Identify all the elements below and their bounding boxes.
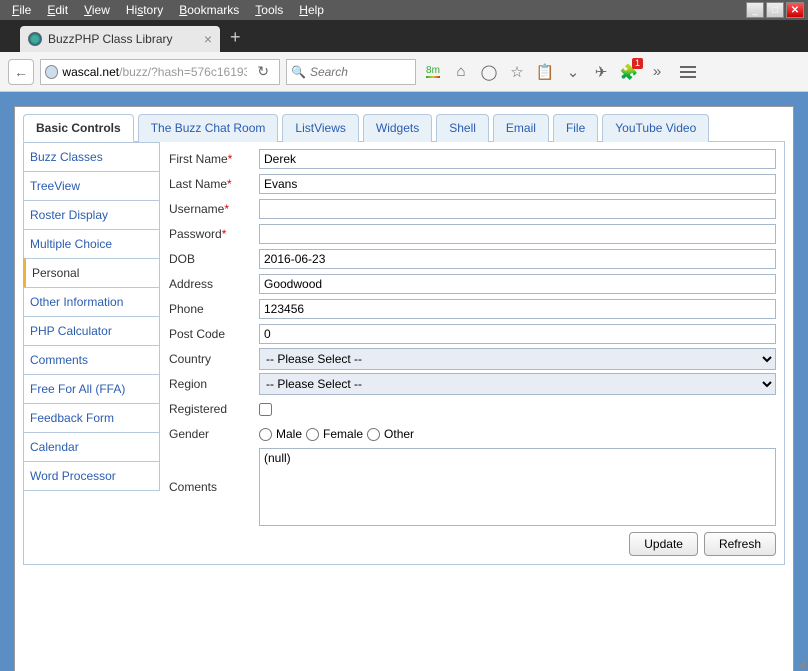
- menu-view[interactable]: View: [76, 1, 118, 19]
- sidebar-item-calendar[interactable]: Calendar: [23, 432, 160, 462]
- pocket-icon[interactable]: ⌄: [562, 61, 584, 83]
- tab-title: BuzzPHP Class Library: [48, 32, 173, 46]
- comments-textarea[interactable]: (null): [259, 448, 776, 526]
- update-button[interactable]: Update: [629, 532, 698, 556]
- username-input[interactable]: [259, 199, 776, 219]
- favicon-icon: [28, 32, 42, 46]
- country-label: Country: [169, 352, 259, 366]
- postcode-input[interactable]: [259, 324, 776, 344]
- browser-tabstrip: BuzzPHP Class Library × +: [0, 20, 808, 52]
- first-name-label: First Name*: [169, 152, 259, 166]
- side-nav: Buzz ClassesTreeViewRoster DisplayMultip…: [24, 142, 159, 564]
- reload-button[interactable]: ↻: [251, 63, 275, 80]
- page-content: Basic ControlsThe Buzz Chat RoomListView…: [0, 92, 808, 671]
- tab-shell[interactable]: Shell: [436, 114, 489, 142]
- sidebar-item-other-information[interactable]: Other Information: [23, 287, 160, 317]
- dob-label: DOB: [169, 252, 259, 266]
- star-icon[interactable]: ☆: [506, 61, 528, 83]
- search-bar[interactable]: 🔍: [286, 59, 416, 85]
- region-select[interactable]: -- Please Select --: [259, 373, 776, 395]
- sidebar-item-php-calculator[interactable]: PHP Calculator: [23, 316, 160, 346]
- form-area: First Name* Last Name* Username* Passwor…: [159, 142, 784, 564]
- gender-label: Gender: [169, 427, 259, 441]
- back-button[interactable]: ←: [8, 59, 34, 85]
- gender-female-radio[interactable]: [306, 428, 319, 441]
- menu-bookmarks[interactable]: Bookmarks: [171, 1, 247, 19]
- address-input[interactable]: [259, 274, 776, 294]
- country-select[interactable]: -- Please Select --: [259, 348, 776, 370]
- chat-icon[interactable]: ◯: [478, 61, 500, 83]
- menu-help[interactable]: Help: [291, 1, 332, 19]
- addon-icon[interactable]: 🧩: [618, 61, 640, 83]
- url-bar[interactable]: wascal.net/buzz/?hash=576c161938 ↻: [40, 59, 280, 85]
- registered-label: Registered: [169, 402, 259, 416]
- home-icon[interactable]: ⌂: [450, 61, 472, 83]
- sidebar-item-buzz-classes[interactable]: Buzz Classes: [23, 142, 160, 172]
- phone-input[interactable]: [259, 299, 776, 319]
- refresh-button[interactable]: Refresh: [704, 532, 776, 556]
- close-window-button[interactable]: ✕: [786, 2, 804, 18]
- password-input[interactable]: [259, 224, 776, 244]
- registered-checkbox[interactable]: [259, 403, 272, 416]
- maximize-button[interactable]: □: [766, 2, 784, 18]
- dob-input[interactable]: [259, 249, 776, 269]
- sidebar-item-word-processor[interactable]: Word Processor: [23, 461, 160, 491]
- browser-tab[interactable]: BuzzPHP Class Library ×: [20, 26, 220, 52]
- postcode-label: Post Code: [169, 327, 259, 341]
- gender-other-radio[interactable]: [367, 428, 380, 441]
- first-name-input[interactable]: [259, 149, 776, 169]
- speed-icon[interactable]: 8m: [422, 61, 444, 83]
- tab-widgets[interactable]: Widgets: [363, 114, 432, 142]
- tab-bar: Basic ControlsThe Buzz Chat RoomListView…: [23, 113, 785, 142]
- comments-label: Coments: [169, 480, 259, 494]
- tab-the-buzz-chat-room[interactable]: The Buzz Chat Room: [138, 114, 279, 142]
- overflow-icon[interactable]: »: [646, 61, 668, 83]
- gender-radios: Male Female Other: [259, 427, 414, 441]
- sidebar-item-roster-display[interactable]: Roster Display: [23, 200, 160, 230]
- sidebar-item-feedback-form[interactable]: Feedback Form: [23, 403, 160, 433]
- tab-body: Buzz ClassesTreeViewRoster DisplayMultip…: [23, 142, 785, 565]
- sidebar-item-treeview[interactable]: TreeView: [23, 171, 160, 201]
- last-name-label: Last Name*: [169, 177, 259, 191]
- sidebar-item-multiple-choice[interactable]: Multiple Choice: [23, 229, 160, 259]
- sidebar-item-free-for-all-ffa-[interactable]: Free For All (FFA): [23, 374, 160, 404]
- send-icon[interactable]: ✈: [590, 61, 612, 83]
- tab-close-icon[interactable]: ×: [204, 31, 212, 47]
- tab-file[interactable]: File: [553, 114, 598, 142]
- password-label: Password*: [169, 227, 259, 241]
- tab-youtube-video[interactable]: YouTube Video: [602, 114, 709, 142]
- search-icon: 🔍: [291, 65, 306, 79]
- tab-email[interactable]: Email: [493, 114, 549, 142]
- menu-history[interactable]: History: [118, 1, 171, 19]
- globe-icon: [45, 65, 58, 79]
- new-tab-button[interactable]: +: [230, 27, 241, 48]
- menu-tools[interactable]: Tools: [247, 1, 291, 19]
- clipboard-icon[interactable]: 📋: [534, 61, 556, 83]
- main-panel: Basic ControlsThe Buzz Chat RoomListView…: [14, 106, 794, 671]
- minimize-button[interactable]: _: [746, 2, 764, 18]
- url-host: wascal.net: [62, 65, 119, 79]
- browser-toolbar: ← wascal.net/buzz/?hash=576c161938 ↻ 🔍 8…: [0, 52, 808, 92]
- region-label: Region: [169, 377, 259, 391]
- hamburger-menu[interactable]: [680, 61, 702, 83]
- menu-edit[interactable]: Edit: [39, 1, 76, 19]
- last-name-input[interactable]: [259, 174, 776, 194]
- browser-menubar[interactable]: File Edit View History Bookmarks Tools H…: [0, 0, 808, 20]
- username-label: Username*: [169, 202, 259, 216]
- phone-label: Phone: [169, 302, 259, 316]
- url-path: /buzz/?hash=576c161938: [119, 65, 247, 79]
- gender-male-radio[interactable]: [259, 428, 272, 441]
- sidebar-item-personal[interactable]: Personal: [23, 258, 160, 288]
- tab-listviews[interactable]: ListViews: [282, 114, 358, 142]
- resize-grip-icon[interactable]: ◢: [798, 658, 806, 669]
- tab-basic-controls[interactable]: Basic Controls: [23, 114, 134, 142]
- address-label: Address: [169, 277, 259, 291]
- menu-file[interactable]: File: [4, 1, 39, 19]
- search-input[interactable]: [310, 65, 411, 79]
- sidebar-item-comments[interactable]: Comments: [23, 345, 160, 375]
